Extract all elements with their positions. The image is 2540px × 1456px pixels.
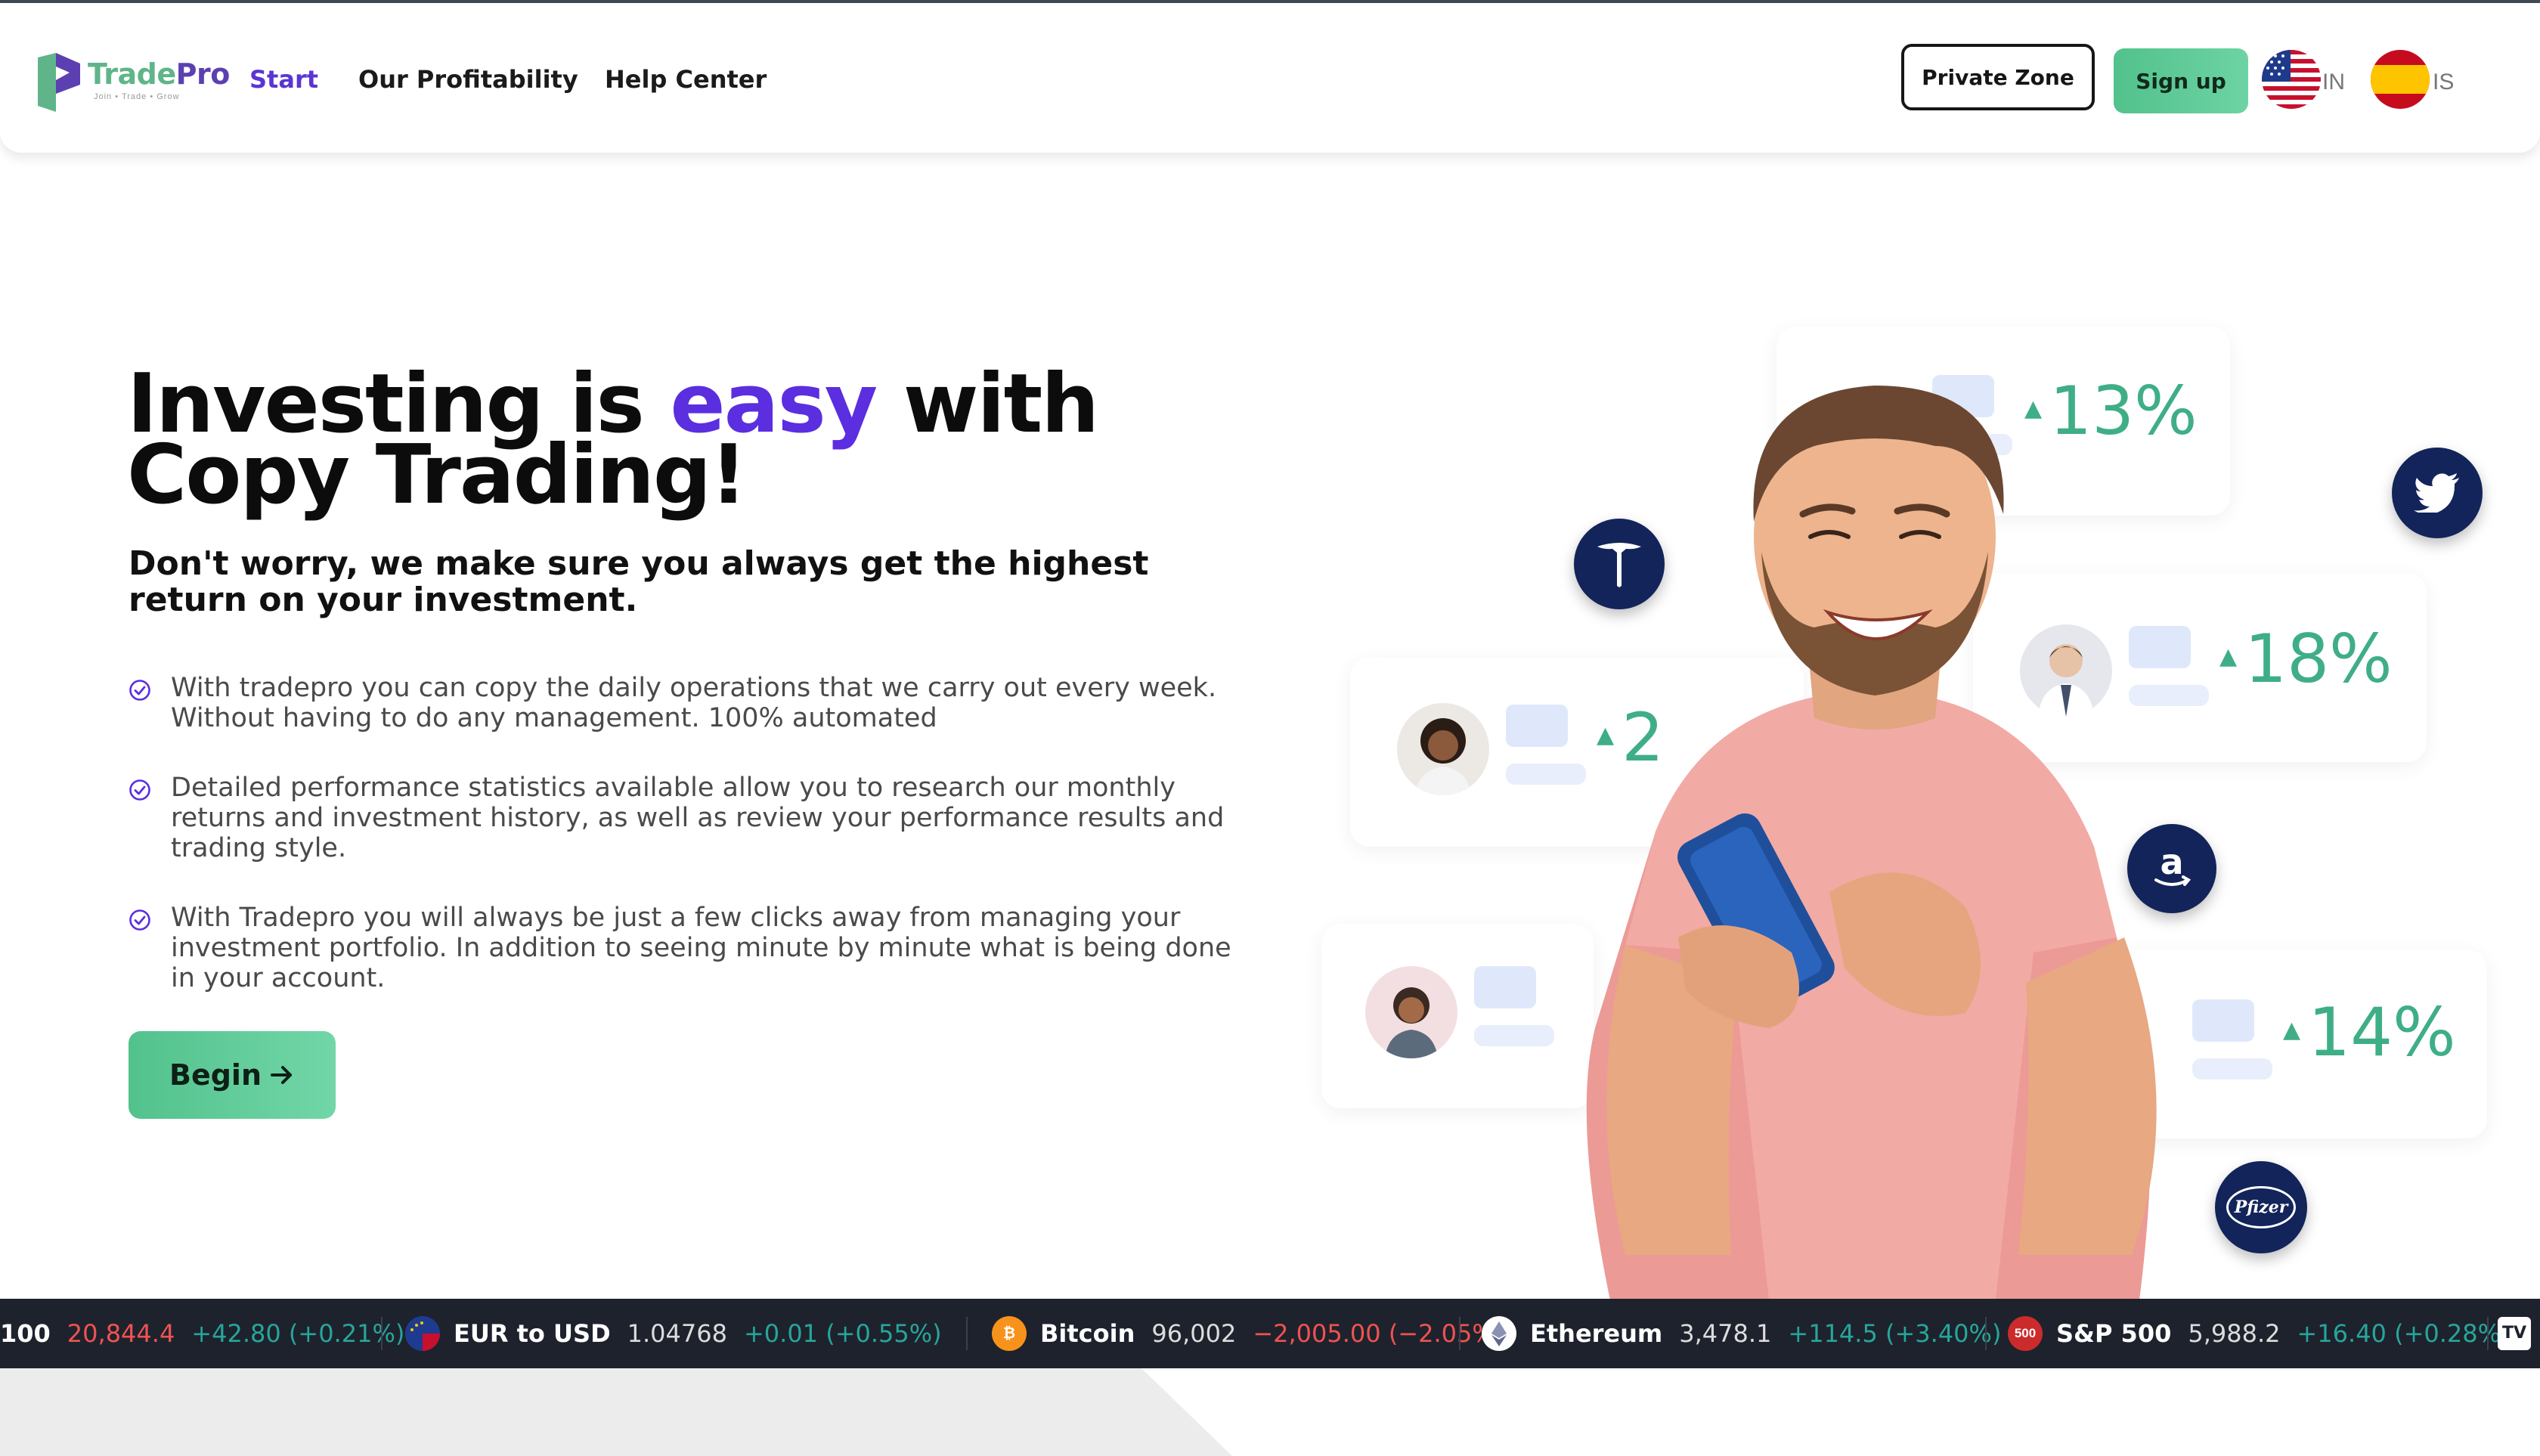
ticker-divider xyxy=(2487,1317,2489,1350)
hero-subtitle: Don't worry, we make sure you always get… xyxy=(129,544,1149,619)
tradepro-logo[interactable]: TradePro Join • Trade • Grow xyxy=(33,50,230,113)
ticker-item[interactable]: 500 S&P 500 5,988.2 +16.40 (+0.28%) xyxy=(2008,1299,2511,1368)
ticker-name: EUR to USD xyxy=(454,1319,611,1348)
private-zone-button[interactable]: Private Zone xyxy=(1901,44,2095,110)
nav-our-profitability[interactable]: Our Profitability xyxy=(358,65,578,94)
ticker-name: Bitcoin xyxy=(1040,1319,1135,1348)
amazon-icon: a xyxy=(2127,824,2216,913)
language-code-in[interactable]: IN xyxy=(2322,70,2345,95)
ticker-price: 96,002 xyxy=(1151,1319,1237,1348)
ticker-price: 1.04768 xyxy=(627,1319,727,1348)
check-circle-icon xyxy=(129,680,150,701)
ethereum-icon xyxy=(1482,1316,1516,1351)
tradingview-icon: TV xyxy=(2498,1317,2531,1350)
nav-start[interactable]: Start xyxy=(249,65,318,94)
ticker-price: 20,844.4 xyxy=(67,1319,175,1348)
signup-button[interactable]: Sign up xyxy=(2114,48,2248,113)
market-ticker[interactable]: 100 20,844.4 +42.80 (+0.21%) EUR to USD … xyxy=(0,1299,2540,1368)
trader-avatar xyxy=(1397,703,1489,795)
ticker-change: +114.5 (+3.40%) xyxy=(1788,1319,2002,1348)
ticker-name: S&P 500 xyxy=(2056,1319,2172,1348)
ticker-divider xyxy=(1985,1317,1987,1350)
trader-avatar xyxy=(1365,966,1457,1058)
section-background-shape xyxy=(0,1368,2540,1456)
language-code-is[interactable]: IS xyxy=(2433,70,2454,95)
begin-button[interactable]: Begin xyxy=(129,1031,336,1119)
sp500-icon: 500 xyxy=(2008,1316,2043,1351)
ticker-price: 5,988.2 xyxy=(2188,1319,2281,1348)
ticker-change: +0.01 (+0.55%) xyxy=(743,1319,942,1348)
logo-mark-icon xyxy=(38,53,80,112)
arrow-right-icon xyxy=(271,1066,292,1084)
ticker-item[interactable]: 100 20,844.4 +42.80 (+0.21%) xyxy=(0,1299,404,1368)
smiling-man-with-phone xyxy=(1586,386,2157,1300)
ticker-item[interactable]: Ethereum 3,478.1 +114.5 (+3.40%) xyxy=(1482,1299,2001,1368)
eu-us-flag-icon xyxy=(405,1316,440,1351)
return-percent: ▲ 14% xyxy=(2283,993,2456,1071)
ticker-divider xyxy=(966,1317,968,1350)
feature-text: Detailed performance statistics availabl… xyxy=(171,773,1225,863)
check-circle-icon xyxy=(129,779,150,801)
logo-wordmark: TradePro xyxy=(88,57,230,91)
logo-tagline: Join • Trade • Grow xyxy=(94,92,180,101)
pfizer-wordmark: Pfizer xyxy=(2226,1186,2296,1228)
es-flag-icon[interactable] xyxy=(2371,50,2430,109)
placeholder-bar xyxy=(1474,966,1536,1008)
ticker-divider xyxy=(1459,1317,1460,1350)
check-circle-icon xyxy=(129,909,150,931)
ticker-item[interactable]: EUR to USD 1.04768 +0.01 (+0.55%) xyxy=(405,1299,942,1368)
return-percent: ▲ 18% xyxy=(2219,620,2393,698)
ticker-change: +42.80 (+0.21%) xyxy=(191,1319,405,1348)
site-header: TradePro Join • Trade • Grow Start Our P… xyxy=(0,3,2540,153)
bitcoin-icon: ₿ xyxy=(992,1316,1027,1351)
ticker-divider xyxy=(381,1317,383,1350)
ticker-change: +16.40 (+0.28%) xyxy=(2297,1319,2511,1348)
ticker-name: Ethereum xyxy=(1530,1319,1663,1348)
tradingview-logo[interactable]: TV xyxy=(2498,1299,2531,1368)
nav-help-center[interactable]: Help Center xyxy=(605,65,767,94)
svg-text:a: a xyxy=(2160,842,2183,882)
tesla-icon xyxy=(1574,519,1665,609)
pfizer-icon: Pfizer xyxy=(2215,1161,2307,1253)
begin-label: Begin xyxy=(169,1058,262,1092)
feature-text: With tradepro you can copy the daily ope… xyxy=(171,673,1217,733)
feature-text: With Tradepro you will always be just a … xyxy=(171,903,1231,993)
ticker-name: 100 xyxy=(0,1319,51,1348)
ticker-item[interactable]: ₿ Bitcoin 96,002 −2,005.00 (−2.05% xyxy=(992,1299,1495,1368)
hero-title: Investing is easy with Copy Trading! xyxy=(127,357,1099,522)
ticker-price: 3,478.1 xyxy=(1679,1319,1772,1348)
twitter-icon xyxy=(2392,448,2483,538)
us-flag-icon[interactable] xyxy=(2262,50,2321,109)
